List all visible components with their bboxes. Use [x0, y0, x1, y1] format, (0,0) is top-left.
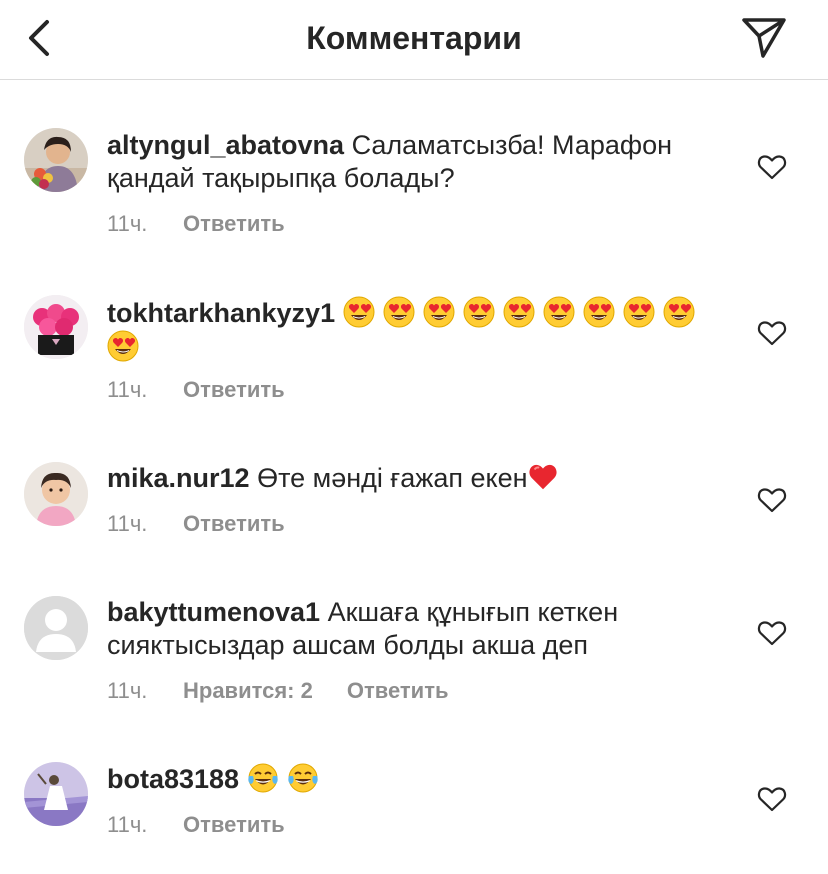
share-button[interactable] — [734, 8, 794, 68]
comment-time: 11ч. — [107, 678, 148, 703]
lavender-field-photo-icon — [24, 762, 88, 826]
red-heart-emoji-icon — [528, 462, 558, 492]
reply-button[interactable]: Ответить — [183, 510, 285, 538]
comment-username[interactable]: mika.nur12 — [107, 463, 250, 493]
comment-body: Өте мәнді ғажап екен — [257, 463, 528, 493]
comment-text: tokhtarkhankyzy1 — [107, 296, 727, 330]
like-heart-icon[interactable] — [756, 617, 788, 649]
comment-text: bota83188 — [107, 762, 727, 796]
back-button[interactable] — [14, 10, 64, 66]
comment-username[interactable]: bota83188 — [107, 764, 239, 794]
comment-meta: 11ч. Ответить — [107, 376, 285, 404]
rose-bouquet-photo-icon — [24, 295, 88, 359]
heart-eyes-emoji-icon — [623, 296, 655, 328]
likes-count[interactable]: Нравится: 2 — [183, 677, 313, 705]
reply-button[interactable]: Ответить — [183, 811, 285, 839]
avatar[interactable] — [24, 462, 88, 526]
heart-eyes-emoji-icon — [383, 296, 415, 328]
comment-time: 11ч. — [107, 812, 148, 837]
comment-time: 11ч. — [107, 377, 148, 402]
emoji-line — [107, 330, 147, 362]
comment-username[interactable]: bakyttumenova1 — [107, 597, 320, 627]
user-photo-icon — [24, 128, 88, 192]
page-title: Комментарии — [306, 20, 522, 56]
avatar[interactable] — [24, 596, 88, 660]
heart-eyes-emoji-icon — [663, 296, 695, 328]
reply-button[interactable]: Ответить — [183, 210, 285, 238]
child-photo-icon — [24, 462, 88, 526]
avatar[interactable] — [24, 762, 88, 826]
heart-eyes-emoji-icon — [423, 296, 455, 328]
heart-eyes-emoji-icon — [543, 296, 575, 328]
heart-eyes-emoji-icon — [503, 296, 535, 328]
comment-text: bakyttumenova1 Акшаға құнығып кеткен сия… — [107, 596, 667, 662]
reply-button[interactable]: Ответить — [347, 677, 449, 705]
comment-username[interactable]: tokhtarkhankyzy1 — [107, 298, 335, 328]
chevron-left-icon — [29, 20, 49, 56]
paper-plane-icon — [742, 18, 786, 58]
reply-button[interactable]: Ответить — [183, 376, 285, 404]
comment-meta: 11ч. Нравится: 2 Ответить — [107, 677, 449, 705]
avatar[interactable] — [24, 295, 88, 359]
like-heart-icon[interactable] — [756, 783, 788, 815]
avatar[interactable] — [24, 128, 88, 192]
comment-text: mika.nur12 Өте мәнді ғажап екен — [107, 462, 727, 495]
comment-meta: 11ч. Ответить — [107, 510, 285, 538]
tears-of-joy-emoji-icon — [287, 762, 319, 794]
heart-eyes-emoji-icon — [463, 296, 495, 328]
heart-eyes-emoji-icon — [107, 330, 139, 362]
like-heart-icon[interactable] — [756, 317, 788, 349]
like-heart-icon[interactable] — [756, 151, 788, 183]
default-user-icon — [24, 596, 88, 660]
comment-text: altyngul_abatovna Саламатсызба! Марафон … — [107, 129, 727, 195]
heart-eyes-emoji-icon — [343, 296, 375, 328]
top-bar: Комментарии — [0, 0, 828, 80]
comment-meta: 11ч. Ответить — [107, 811, 285, 839]
like-heart-icon[interactable] — [756, 484, 788, 516]
comment-meta: 11ч. Ответить — [107, 210, 285, 238]
comment-time: 11ч. — [107, 511, 148, 536]
comment-time: 11ч. — [107, 211, 148, 236]
heart-eyes-emoji-icon — [583, 296, 615, 328]
comment-username[interactable]: altyngul_abatovna — [107, 130, 344, 160]
tears-of-joy-emoji-icon — [247, 762, 279, 794]
